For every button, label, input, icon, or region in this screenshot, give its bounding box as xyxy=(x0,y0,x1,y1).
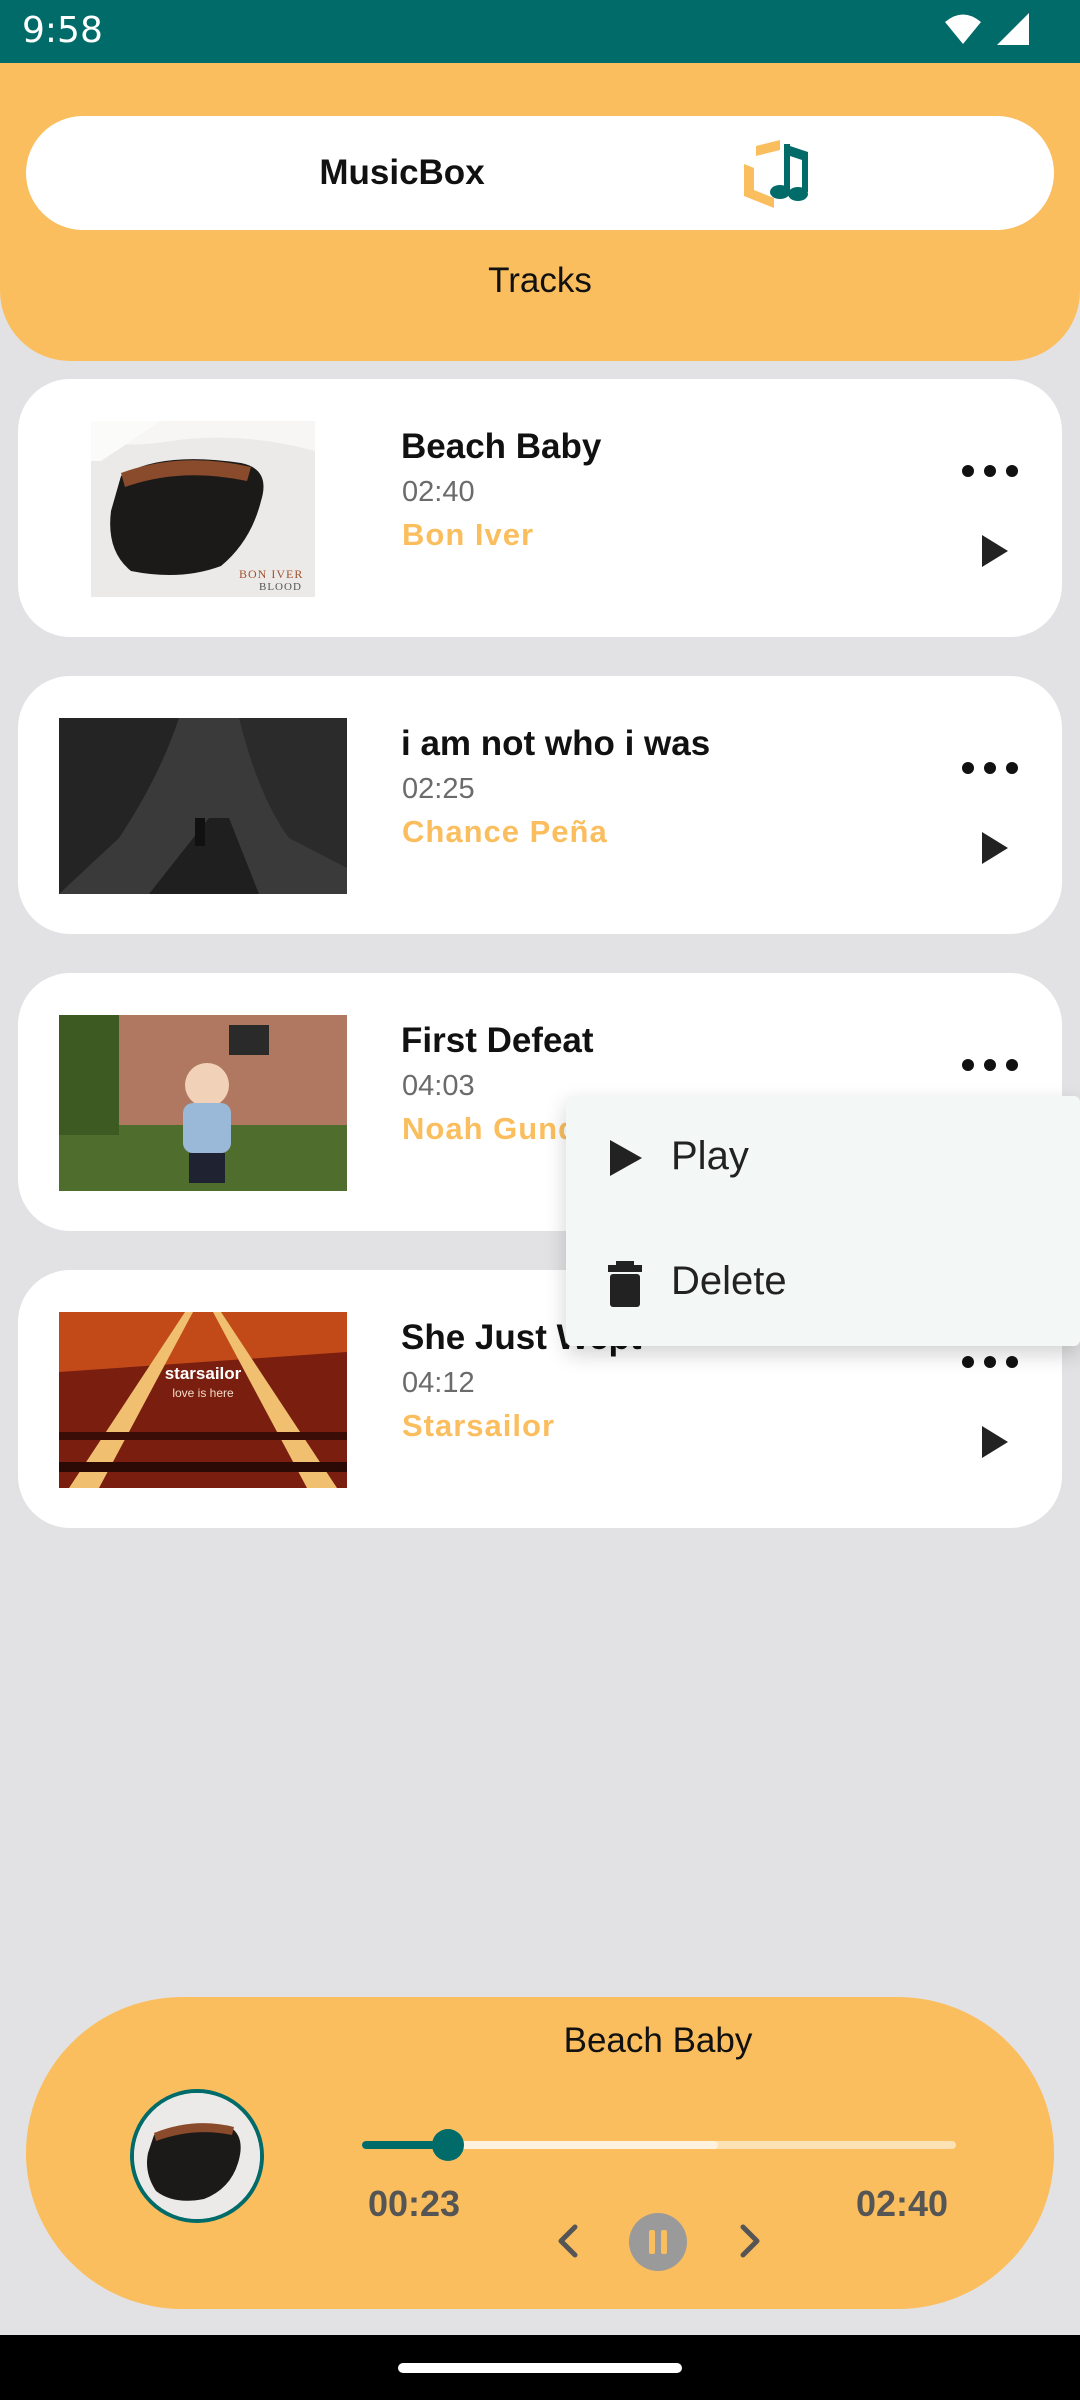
album-cover: starsailor love is here xyxy=(59,1312,347,1488)
more-options-button[interactable] xyxy=(962,756,1018,780)
play-icon xyxy=(610,1140,642,1176)
menu-item-play[interactable]: Play xyxy=(566,1096,1080,1221)
play-icon[interactable] xyxy=(974,826,1014,870)
track-title: i am not who i was xyxy=(401,724,711,763)
menu-item-label: Delete xyxy=(671,1259,787,1303)
status-bar: 9:58 xyxy=(0,0,1080,63)
app-title: MusicBox xyxy=(319,153,485,192)
next-icon xyxy=(740,2224,760,2258)
total-time: 02:40 xyxy=(856,2183,949,2224)
home-indicator[interactable] xyxy=(398,2363,682,2373)
menu-item-delete[interactable]: Delete xyxy=(566,1221,1080,1346)
track-duration: 04:03 xyxy=(402,1070,475,1102)
pause-icon xyxy=(649,2230,655,2254)
app-header: MusicBox Tracks xyxy=(0,63,1080,361)
more-options-button[interactable] xyxy=(962,459,1018,483)
seek-bar[interactable] xyxy=(362,2129,956,2161)
player-track-title: Beach Baby xyxy=(563,2021,753,2060)
previous-button[interactable] xyxy=(540,2213,596,2269)
track-artist: Starsailor xyxy=(402,1408,556,1443)
context-menu: Play Delete xyxy=(566,1096,1080,1346)
cover-caption: love is here xyxy=(172,1386,234,1400)
cover-caption: starsailor xyxy=(164,1364,242,1383)
status-icons xyxy=(944,12,1030,46)
mini-player: Beach Baby 00:23 02:40 xyxy=(26,1997,1054,2309)
section-title: Tracks xyxy=(488,261,592,300)
track-title: Beach Baby xyxy=(401,427,602,466)
trash-icon xyxy=(608,1261,642,1307)
track-duration: 04:12 xyxy=(402,1367,475,1399)
album-art-image xyxy=(134,2093,260,2219)
more-options-button[interactable] xyxy=(962,1350,1018,1374)
track-artist: Bon Iver xyxy=(402,517,535,552)
album-cover xyxy=(59,1015,347,1191)
next-button[interactable] xyxy=(722,2213,778,2269)
cover-caption: BON IVER xyxy=(239,567,304,581)
current-time: 00:23 xyxy=(368,2183,461,2224)
album-cover xyxy=(59,718,347,894)
title-bar: MusicBox xyxy=(26,116,1054,230)
status-time: 9:58 xyxy=(22,10,103,51)
play-icon[interactable] xyxy=(974,529,1014,573)
album-art-image xyxy=(59,1312,347,1488)
previous-icon xyxy=(558,2224,578,2258)
signal-icon xyxy=(997,13,1029,45)
pause-button[interactable] xyxy=(629,2213,687,2271)
album-art-image xyxy=(59,718,347,894)
play-icon[interactable] xyxy=(974,1420,1014,1464)
system-nav-bar xyxy=(0,2335,1080,2400)
track-title: First Defeat xyxy=(401,1021,594,1060)
track-card[interactable]: i am not who i was 02:25 Chance Peña xyxy=(18,676,1062,934)
music-note-logo-icon xyxy=(744,140,808,208)
more-options-button[interactable] xyxy=(962,1053,1018,1077)
track-card[interactable]: BON IVER BLOOD Beach Baby 02:40 Bon Iver xyxy=(18,379,1062,637)
track-duration: 02:25 xyxy=(402,773,475,805)
track-duration: 02:40 xyxy=(402,476,475,508)
cover-caption: BLOOD xyxy=(259,581,302,593)
menu-item-label: Play xyxy=(671,1134,749,1178)
seek-thumb[interactable] xyxy=(431,2129,464,2161)
wifi-icon xyxy=(945,14,981,44)
player-album-cover[interactable] xyxy=(130,2089,264,2223)
track-artist: Chance Peña xyxy=(402,814,608,849)
album-cover: BON IVER BLOOD xyxy=(91,421,315,597)
album-art-image xyxy=(59,1015,347,1191)
